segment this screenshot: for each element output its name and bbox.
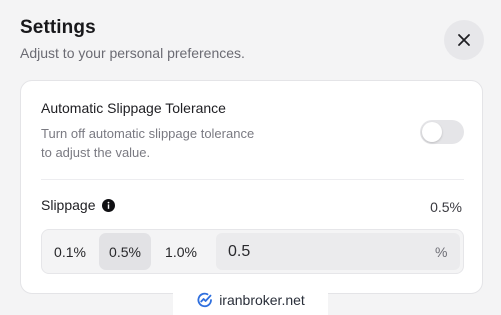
slippage-selector: 0.1% 0.5% 1.0% % [41,229,464,274]
watermark: iranbroker.net [173,285,328,315]
preset-0-5-button[interactable]: 0.5% [99,233,151,270]
divider [41,179,464,180]
close-icon [458,34,470,46]
percent-unit: % [435,243,448,260]
slippage-label: Slippage [41,197,96,213]
slippage-current-value: 0.5% [430,199,462,215]
slippage-label-group: Slippage [41,197,115,213]
settings-card: Automatic Slippage Tolerance Turn off au… [20,80,483,294]
page-title: Settings [20,17,96,38]
close-button[interactable] [444,20,484,60]
info-icon[interactable] [101,198,115,212]
toggle-knob [422,122,442,142]
preset-1-0-button[interactable]: 1.0% [155,233,207,270]
page-subtitle: Adjust to your personal preferences. [20,45,245,61]
auto-slippage-label: Automatic Slippage Tolerance [41,100,226,116]
watermark-text: iranbroker.net [219,292,305,308]
chart-check-logo-icon [197,292,213,308]
custom-slippage-field[interactable]: % [216,233,460,270]
auto-slippage-toggle[interactable] [420,120,464,144]
preset-0-1-button[interactable]: 0.1% [44,233,96,270]
auto-slippage-description: Turn off automatic slippage tolerance to… [41,126,255,160]
custom-slippage-input[interactable] [228,242,435,261]
